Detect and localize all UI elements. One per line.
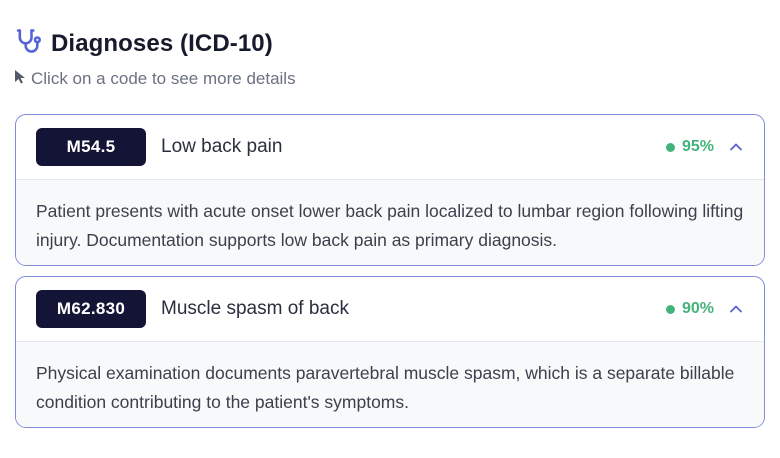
instruction-hint: Click on a code to see more details (14, 69, 296, 89)
chevron-up-icon[interactable] (728, 139, 744, 155)
diagnosis-card: M54.5 Low back pain 95% Patient presents… (15, 114, 765, 266)
diagnosis-details: Physical examination documents paraverte… (16, 341, 764, 427)
section-header: Diagnoses (ICD-10) (14, 27, 273, 60)
page-title: Diagnoses (ICD-10) (51, 29, 273, 57)
diagnosis-card-header[interactable]: M54.5 Low back pain 95% (16, 115, 764, 179)
diagnosis-description: Low back pain (161, 136, 283, 157)
chevron-up-icon[interactable] (728, 301, 744, 317)
diagnosis-card-header[interactable]: M62.830 Muscle spasm of back 90% (16, 277, 764, 341)
status-dot-icon (665, 304, 675, 314)
stethoscope-icon (14, 27, 42, 60)
hint-text: Click on a code to see more details (31, 69, 296, 88)
diagnosis-description: Muscle spasm of back (161, 298, 349, 319)
confidence-value: 95% (681, 138, 714, 155)
diagnosis-card: M62.830 Muscle spasm of back 90% Physica… (15, 276, 765, 428)
confidence-indicator: 95% (665, 138, 714, 156)
status-dot-icon (665, 142, 675, 152)
diagnosis-details: Patient presents with acute onset lower … (16, 179, 764, 265)
cursor-pointer-icon (14, 69, 27, 89)
icd-code-badge[interactable]: M54.5 (36, 128, 146, 166)
icd-code-badge[interactable]: M62.830 (36, 290, 146, 328)
confidence-value: 90% (681, 300, 714, 317)
confidence-indicator: 90% (665, 300, 714, 318)
